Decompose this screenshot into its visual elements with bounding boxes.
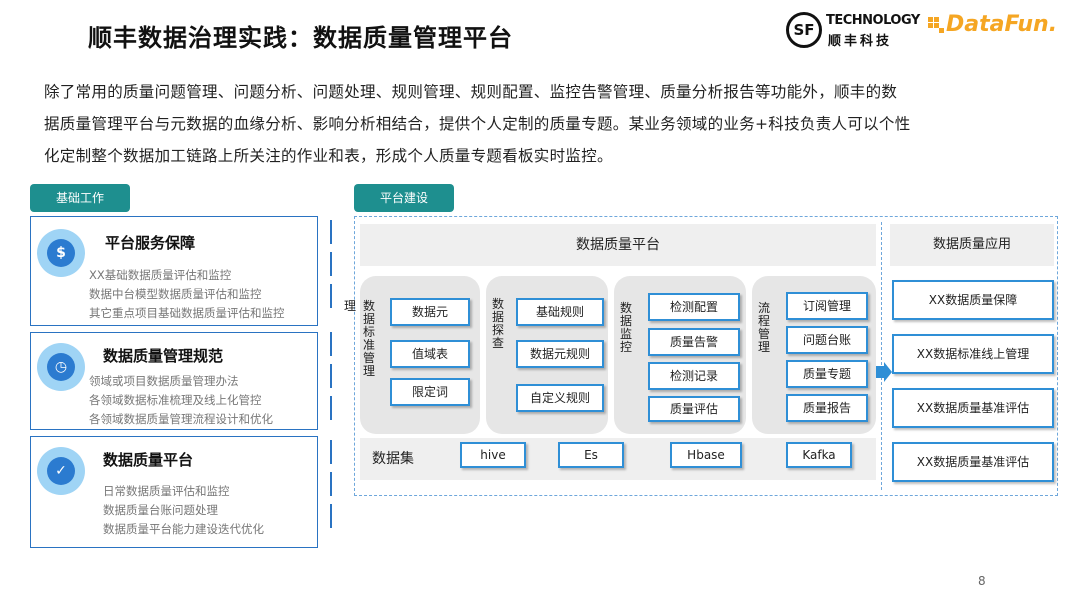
platform-item[interactable]: 值域表 [390,340,470,368]
application-item[interactable]: XX数据标准线上管理 [892,334,1054,374]
divider [330,364,332,388]
intro-line: 除了常用的质量问题管理、问题分析、问题处理、规则管理、规则配置、监控告警管理、质… [44,83,898,101]
datafun-logo: DataFun. [928,12,1058,46]
divider [330,472,332,496]
column-label: 数据标准管理 [362,299,375,378]
arrow-right-icon [876,362,892,382]
intro-paragraph: 除了常用的质量问题管理、问题分析、问题处理、规则管理、规则配置、监控告警管理、质… [44,76,1044,172]
money-icon: $ [37,229,85,277]
section-line: XX基础数据质量评估和监控 [89,268,232,282]
section-line: 数据质量台账问题处理 [103,503,218,517]
sf-logo-chinese: 顺丰科技 [828,34,893,49]
tag-clock-icon: ◷ [37,343,85,391]
divider [330,440,332,464]
sf-logo-technology: TECHNOLOGY [826,13,920,28]
section-line: 各领域数据标准梳理及线上化管控 [89,393,262,407]
platform-item[interactable]: 质量报告 [786,394,868,422]
platform-item[interactable]: 限定词 [390,378,470,406]
platform-build-pill: 平台建设 [354,184,454,212]
section-title: 数据质量管理规范 [103,347,224,365]
platform-item[interactable]: 订阅管理 [786,292,868,320]
divider [330,504,332,528]
platform-item[interactable]: 检测记录 [648,362,740,390]
left-section-standards: ◷ 数据质量管理规范 领域或项目数据质量管理办法 各领域数据标准梳理及线上化管控… [30,332,318,430]
intro-line: 化定制整个数据加工链路上所关注的作业和表，形成个人质量专题看板实时监控。 [44,147,613,165]
dataset-label: 数据集 [372,451,414,467]
divider [881,222,882,490]
divider [330,220,332,244]
left-section-service: $ 平台服务保障 XX基础数据质量评估和监控 数据中台模型数据质量评估和监控 其… [30,216,318,326]
dataset-item[interactable]: Es [558,442,624,468]
platform-item[interactable]: 自定义规则 [516,384,604,412]
datafun-logo-text: DataFun. [946,12,1058,37]
column-label: 数据监控 [619,301,632,354]
platform-item[interactable]: 检测配置 [648,293,740,321]
section-line: 数据质量平台能力建设迭代优化 [103,522,264,536]
intro-line: 据质量管理平台与元数据的血缘分析、影响分析相结合，提供个人定制的质量专题。某业务… [44,115,911,133]
platform-item[interactable]: 数据元规则 [516,340,604,368]
platform-item[interactable]: 基础规则 [516,298,604,326]
divider [330,252,332,276]
section-line: 日常数据质量评估和监控 [103,484,230,498]
sf-technology-logo: SF TECHNOLOGY 顺丰科技 [786,10,920,50]
left-section-platform: ✓ 数据质量平台 日常数据质量评估和监控 数据质量台账问题处理 数据质量平台能力… [30,436,318,548]
application-item[interactable]: XX数据质量基准评估 [892,388,1054,428]
column-label: 数据探查 [491,297,504,350]
dataset-item[interactable]: hive [460,442,526,468]
platform-item[interactable]: 质量告警 [648,328,740,356]
section-line: 领域或项目数据质量管理办法 [89,374,239,388]
dataset-item[interactable]: Hbase [670,442,742,468]
section-line: 数据中台模型数据质量评估和监控 [89,287,262,301]
section-line: 各领域数据质量管理流程设计和优化 [89,412,273,426]
column-label-extra: 理 [343,299,356,313]
dataset-item[interactable]: Kafka [786,442,852,468]
divider [330,284,332,308]
platform-item[interactable]: 数据元 [390,298,470,326]
page-title: 顺丰数据治理实践：数据质量管理平台 [88,24,513,52]
platform-item[interactable]: 问题台账 [786,326,868,354]
user-check-icon: ✓ [37,447,85,495]
basic-work-pill: 基础工作 [30,184,130,212]
sf-logo-mark: SF [786,12,822,48]
datafun-mark-icon [928,17,944,33]
page-number: 8 [978,574,986,588]
section-line: 其它重点项目基础数据质量评估和监控 [89,306,285,320]
section-title: 数据质量平台 [103,451,194,469]
platform-item[interactable]: 质量专题 [786,360,868,388]
application-header: 数据质量应用 [890,224,1054,266]
divider [330,332,332,356]
column-label: 流程管理 [757,301,770,354]
platform-item[interactable]: 质量评估 [648,396,740,422]
section-title: 平台服务保障 [105,234,196,252]
application-item[interactable]: XX数据质量保障 [892,280,1054,320]
application-item[interactable]: XX数据质量基准评估 [892,442,1054,482]
platform-header: 数据质量平台 [360,224,876,266]
divider [330,396,332,420]
